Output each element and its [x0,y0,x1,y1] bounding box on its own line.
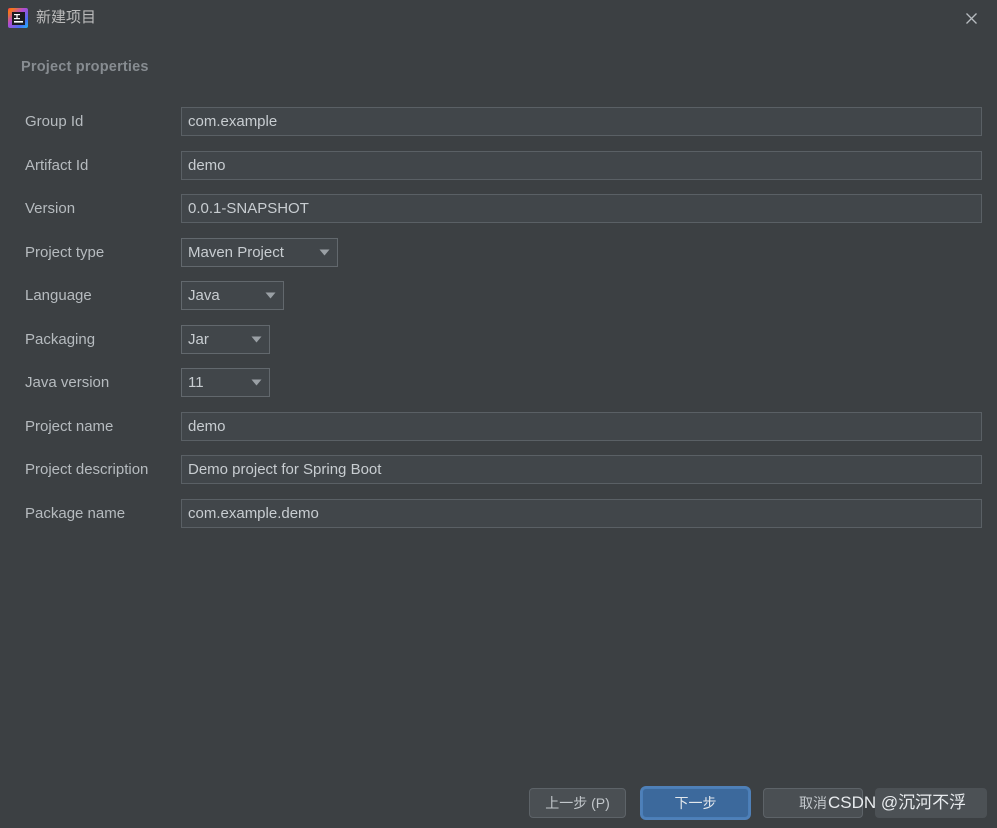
cancel-button[interactable]: 取消 [763,788,863,818]
label-package-name: Package name [25,504,126,522]
chevron-down-icon [243,379,269,386]
dropdown-project-type[interactable]: Maven Project [181,237,338,267]
next-button[interactable]: 下一步 [642,788,749,818]
previous-button[interactable]: 上一步 (P) [529,788,626,818]
form-row-project-name: Project name demo [0,411,997,456]
dialog-footer: 上一步 (P) 下一步 取消 CSDN @沉河不浮 [0,780,997,828]
chevron-down-icon [257,292,283,299]
input-project-name[interactable]: demo [181,411,982,441]
input-package-name[interactable]: com.example.demo [181,498,982,528]
label-packaging: Packaging [25,330,96,348]
intellij-idea-icon-glyph [11,11,25,25]
window-title: 新建项目 [36,9,97,26]
label-version: Version [25,200,76,217]
dropdown-packaging-value: Jar [188,330,209,348]
form-row-group-id: Group Id com.example [0,107,997,151]
form-row-artifact-id: Artifact Id demo [0,150,997,195]
form-row-project-type: Project type Maven Project [0,237,997,282]
label-project-name: Project name [25,417,114,435]
input-artifact-id[interactable]: demo [181,150,982,180]
label-language: Language [25,287,92,304]
form-row-project-description: Project description Demo project for Spr… [0,455,997,499]
dropdown-packaging[interactable]: Jar [181,324,270,354]
chevron-down-icon [243,336,269,343]
label-group-id: Group Id [25,113,84,130]
form-row-language: Language Java [0,281,997,325]
dropdown-java-version[interactable]: 11 [181,368,270,397]
label-artifact-id: Artifact Id [25,156,89,174]
input-group-id[interactable]: com.example [181,107,982,136]
section-header: Project properties [21,59,149,75]
dropdown-language[interactable]: Java [181,281,284,310]
form-row-java-version: Java version 11 [0,368,997,412]
project-properties-form: Group Id com.example Artifact Id demo Ve… [0,107,997,542]
input-version[interactable]: 0.0.1-SNAPSHOT [181,194,982,223]
intellij-idea-icon [8,8,28,28]
dropdown-project-type-value: Maven Project [188,243,284,261]
label-project-description: Project description [25,461,149,478]
close-icon[interactable] [951,2,991,34]
label-project-type: Project type [25,243,105,261]
form-row-packaging: Packaging Jar [0,324,997,369]
watermark-pill [875,788,987,818]
title-bar: 新建项目 [0,0,997,36]
label-java-version: Java version [25,374,110,391]
dropdown-language-value: Java [188,287,220,304]
chevron-down-icon [311,249,337,256]
new-project-dialog: 新建项目 Project properties Group Id com.exa… [0,0,997,828]
input-project-description[interactable]: Demo project for Spring Boot [181,455,982,484]
form-row-version: Version 0.0.1-SNAPSHOT [0,194,997,238]
form-row-package-name: Package name com.example.demo [0,498,997,543]
dropdown-java-version-value: 11 [188,374,204,391]
